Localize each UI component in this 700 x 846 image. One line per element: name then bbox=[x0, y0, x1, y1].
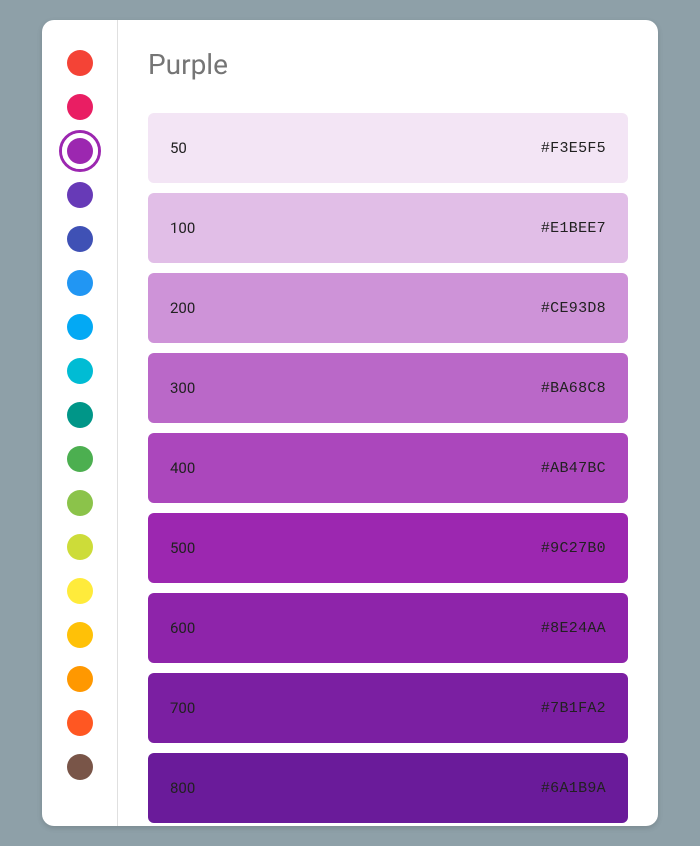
shade-hex: #E1BEE7 bbox=[541, 220, 606, 237]
shade-list: 50 #F3E5F5 100 #E1BEE7 200 #CE93D8 300 #BA68C8 4… bbox=[148, 113, 628, 823]
shade-row[interactable]: 100 #E1BEE7 bbox=[148, 193, 628, 263]
swatch-light-green[interactable] bbox=[67, 490, 93, 516]
shade-hex: #CE93D8 bbox=[541, 300, 606, 317]
shade-hex: #AB47BC bbox=[541, 460, 606, 477]
swatch-amber[interactable] bbox=[67, 622, 93, 648]
swatch-purple[interactable] bbox=[67, 138, 93, 164]
swatch-indigo[interactable] bbox=[67, 226, 93, 252]
shade-label: 300 bbox=[170, 379, 195, 397]
shade-hex: #6A1B9A bbox=[541, 780, 606, 797]
swatch-teal[interactable] bbox=[67, 402, 93, 428]
shade-hex: #7B1FA2 bbox=[541, 700, 606, 717]
swatch-light-blue[interactable] bbox=[67, 314, 93, 340]
shade-label: 400 bbox=[170, 459, 195, 477]
shade-row[interactable]: 200 #CE93D8 bbox=[148, 273, 628, 343]
swatch-brown[interactable] bbox=[67, 754, 93, 780]
swatch-green[interactable] bbox=[67, 446, 93, 472]
swatch-deep-purple[interactable] bbox=[67, 182, 93, 208]
shade-hex: #F3E5F5 bbox=[541, 140, 606, 157]
main-panel: Purple 50 #F3E5F5 100 #E1BEE7 200 #CE93D8 300 #… bbox=[118, 20, 658, 826]
shade-hex: #BA68C8 bbox=[541, 380, 606, 397]
shade-row[interactable]: 500 #9C27B0 bbox=[148, 513, 628, 583]
swatch-red[interactable] bbox=[67, 50, 93, 76]
shade-row[interactable]: 300 #BA68C8 bbox=[148, 353, 628, 423]
shade-row[interactable]: 700 #7B1FA2 bbox=[148, 673, 628, 743]
shade-label: 700 bbox=[170, 699, 195, 717]
shade-label: 100 bbox=[170, 219, 195, 237]
shade-row[interactable]: 800 #6A1B9A bbox=[148, 753, 628, 823]
shade-hex: #9C27B0 bbox=[541, 540, 606, 557]
palette-card: Purple 50 #F3E5F5 100 #E1BEE7 200 #CE93D8 300 #… bbox=[42, 20, 658, 826]
swatch-lime[interactable] bbox=[67, 534, 93, 560]
swatch-deep-orange[interactable] bbox=[67, 710, 93, 736]
page-title: Purple bbox=[148, 48, 628, 81]
shade-row[interactable]: 50 #F3E5F5 bbox=[148, 113, 628, 183]
shade-label: 50 bbox=[170, 139, 187, 157]
swatch-pink[interactable] bbox=[67, 94, 93, 120]
shade-hex: #8E24AA bbox=[541, 620, 606, 637]
swatch-orange[interactable] bbox=[67, 666, 93, 692]
shade-label: 800 bbox=[170, 779, 195, 797]
swatch-blue[interactable] bbox=[67, 270, 93, 296]
shade-label: 500 bbox=[170, 539, 195, 557]
swatch-yellow[interactable] bbox=[67, 578, 93, 604]
shade-label: 600 bbox=[170, 619, 195, 637]
shade-label: 200 bbox=[170, 299, 195, 317]
shade-row[interactable]: 600 #8E24AA bbox=[148, 593, 628, 663]
color-sidebar bbox=[42, 20, 118, 826]
swatch-cyan[interactable] bbox=[67, 358, 93, 384]
shade-row[interactable]: 400 #AB47BC bbox=[148, 433, 628, 503]
